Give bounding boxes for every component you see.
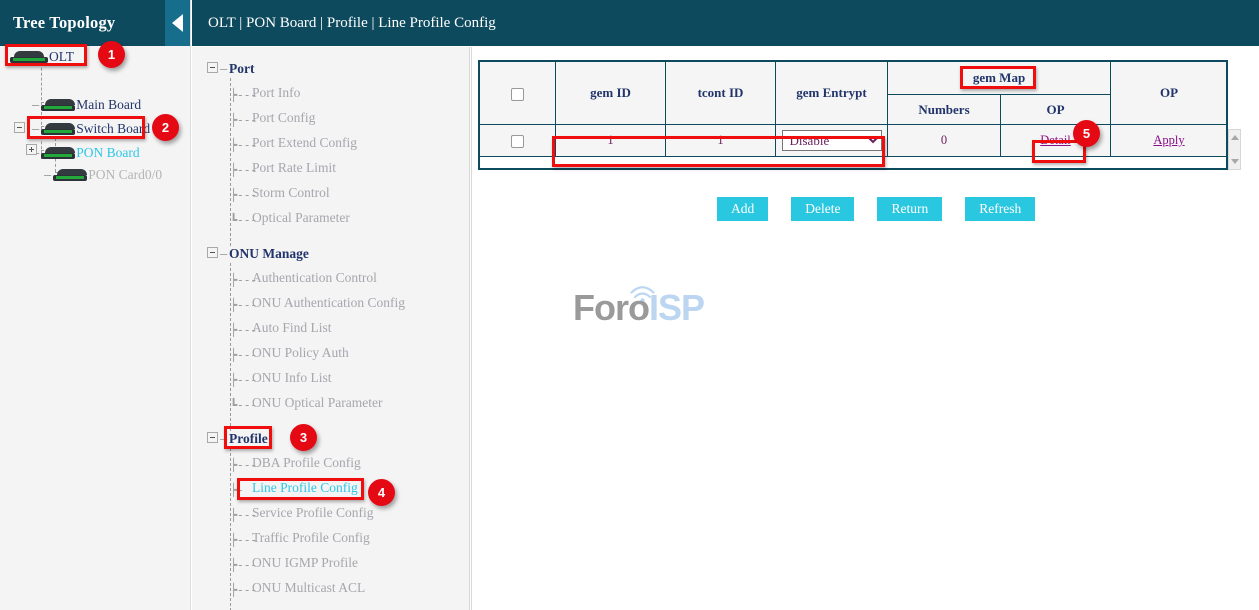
tree-topology-panel: Tree Topology OLT –: [0, 0, 191, 610]
breadcrumb: OLT | PON Board | Profile | Line Profile…: [192, 15, 496, 32]
tree-node-label: Main Board: [76, 98, 141, 112]
tree-node-label: PON Board: [76, 146, 139, 160]
collapse-sidebar-button[interactable]: [165, 0, 190, 46]
table-header-gem-entrypt: gem Entrypt: [776, 62, 888, 125]
tree-node-pon-card-0-0[interactable]: – PON Card0/0: [44, 165, 162, 185]
tree-dash-icon: –: [44, 169, 51, 181]
tree-node-label: PON Card0/0: [88, 168, 162, 182]
table-header-gem-map: gem Map: [888, 62, 1111, 95]
cell-op: Apply: [1111, 125, 1228, 157]
tree-dash-icon: –: [32, 123, 39, 135]
table-row: 1 1 Disable Enable 0 Detail: [480, 125, 1228, 157]
menu-item-onu-policy-auth[interactable]: ONU Policy Auth: [250, 345, 351, 361]
menu-item-storm-control[interactable]: Storm Control: [250, 185, 332, 201]
scroll-up-arrow-icon[interactable]: [1231, 135, 1239, 140]
menu-item-onu-igmp-profile[interactable]: ONU IGMP Profile: [250, 555, 360, 571]
menu-item-dba-profile-config[interactable]: DBA Profile Config: [250, 455, 363, 471]
table-link-detail[interactable]: Detail: [1040, 133, 1071, 147]
wifi-signal-icon: [573, 280, 701, 336]
row-select-cell: [480, 125, 556, 157]
cell-gem-entrypt: Disable Enable: [776, 125, 888, 157]
tree-node-label: OLT: [49, 50, 74, 64]
menu-item-port-info[interactable]: Port Info: [250, 85, 302, 101]
tree-topology-header: Tree Topology: [0, 0, 190, 46]
annotation-badge-3: 3: [290, 424, 317, 451]
cell-gem-map-numbers: 0: [888, 125, 1001, 157]
tree-toggle-pon-card[interactable]: [26, 144, 37, 155]
device-card-icon: [53, 169, 87, 182]
menu-item-authentication-control[interactable]: Authentication Control: [250, 270, 379, 286]
menu-item-port-extend-config[interactable]: Port Extend Config: [250, 135, 359, 151]
foroisp-watermark: ForoISP: [573, 280, 701, 336]
table-link-apply[interactable]: Apply: [1153, 133, 1184, 147]
table-header-row-1: gem ID tcont ID gem Entrypt gem Map OP: [480, 62, 1228, 95]
menu-toggle-onu-manage[interactable]: [207, 247, 218, 258]
select-all-checkbox[interactable]: [511, 88, 524, 101]
return-button[interactable]: Return: [877, 197, 942, 221]
tree-topology-title: Tree Topology: [0, 13, 115, 33]
tree-toggle-pon-board[interactable]: [14, 122, 25, 133]
menu-item-onu-authentication-config[interactable]: ONU Authentication Config: [250, 295, 407, 311]
menu-item-service-profile-config[interactable]: Service Profile Config: [250, 505, 375, 521]
cell-gem-id: 1: [556, 125, 666, 157]
refresh-button[interactable]: Refresh: [965, 197, 1035, 221]
device-board-icon: [41, 123, 75, 136]
menu-group-onu-manage[interactable]: ONU Manage: [226, 245, 312, 263]
menu-toggle-profile[interactable]: [207, 432, 218, 443]
gem-config-table: gem ID tcont ID gem Entrypt gem Map OP N…: [479, 61, 1228, 157]
menu-item-traffic-profile-config[interactable]: Traffic Profile Config: [250, 530, 372, 546]
tree-node-label: Switch Board: [76, 122, 150, 136]
device-olt-icon: [10, 51, 48, 64]
table-vertical-scrollbar[interactable]: [1228, 129, 1241, 170]
gem-table-wrapper: gem ID tcont ID gem Entrypt gem Map OP N…: [479, 61, 1227, 157]
menu-item-port-rate-limit[interactable]: Port Rate Limit: [250, 160, 338, 176]
tree-node-olt[interactable]: OLT: [10, 47, 74, 67]
menu-group-label: Profile: [226, 431, 271, 447]
table-header-select-all: [480, 62, 556, 125]
action-button-row: Add Delete Return Refresh: [717, 197, 1035, 221]
annotation-badge-2: 2: [152, 114, 179, 141]
device-board-icon: [41, 99, 75, 112]
tree-dash-icon: –: [32, 99, 39, 111]
menu-group-label: Port: [226, 61, 257, 77]
menu-toggle-port[interactable]: [207, 62, 218, 73]
menu-group-port[interactable]: Port: [226, 60, 257, 78]
annotation-badge-5: 5: [1073, 120, 1100, 147]
menu-group-label: ONU Manage: [226, 246, 312, 262]
delete-button[interactable]: Delete: [791, 197, 854, 221]
menu-item-onu-optical-parameter[interactable]: ONU Optical Parameter: [250, 395, 384, 411]
navigation-menu-panel: – Port ┝--- Port Info ┝--- Port Config ┝…: [192, 47, 470, 610]
cell-tcont-id: 1: [666, 125, 776, 157]
triangle-left-icon: [172, 14, 183, 32]
scroll-down-arrow-icon[interactable]: [1231, 159, 1239, 164]
tree-node-main-board[interactable]: – Main Board: [32, 95, 141, 115]
menu-branch-icon: ┝-: [230, 484, 243, 496]
table-header-gem-map-op: OP: [1001, 95, 1111, 125]
content-area: ForoISP: [471, 47, 1259, 610]
table-header-op: OP: [1111, 62, 1228, 125]
tree-node-pon-board[interactable]: – PON Board: [32, 143, 140, 163]
add-button[interactable]: Add: [717, 197, 768, 221]
annotation-badge-4: 4: [368, 479, 395, 506]
menu-group-profile[interactable]: Profile: [226, 430, 271, 448]
watermark-text-primary: Foro: [573, 287, 649, 328]
menu-item-onu-multicast-acl[interactable]: ONU Multicast ACL: [250, 580, 367, 596]
row-checkbox[interactable]: [511, 135, 524, 148]
page-header-bar: OLT | PON Board | Profile | Line Profile…: [192, 0, 1259, 46]
watermark-text-secondary: ISP: [649, 287, 704, 328]
olt-web-management-page: Tree Topology OLT –: [0, 0, 1259, 610]
table-header-gem-map-numbers: Numbers: [888, 95, 1001, 125]
menu-item-port-config[interactable]: Port Config: [250, 110, 317, 126]
menu-item-optical-parameter[interactable]: Optical Parameter: [250, 210, 352, 226]
menu-item-onu-info-list[interactable]: ONU Info List: [250, 370, 334, 386]
table-header-gem-id: gem ID: [556, 62, 666, 125]
menu-item-line-profile-config[interactable]: Line Profile Config: [250, 480, 360, 496]
gem-entrypt-select[interactable]: Disable Enable: [782, 130, 882, 151]
tree-node-switch-board[interactable]: – Switch Board: [32, 119, 150, 139]
annotation-badge-1: 1: [98, 41, 125, 68]
menu-item-auto-find-list[interactable]: Auto Find List: [250, 320, 334, 336]
device-board-icon: [41, 147, 75, 160]
table-header-tcont-id: tcont ID: [666, 62, 776, 125]
